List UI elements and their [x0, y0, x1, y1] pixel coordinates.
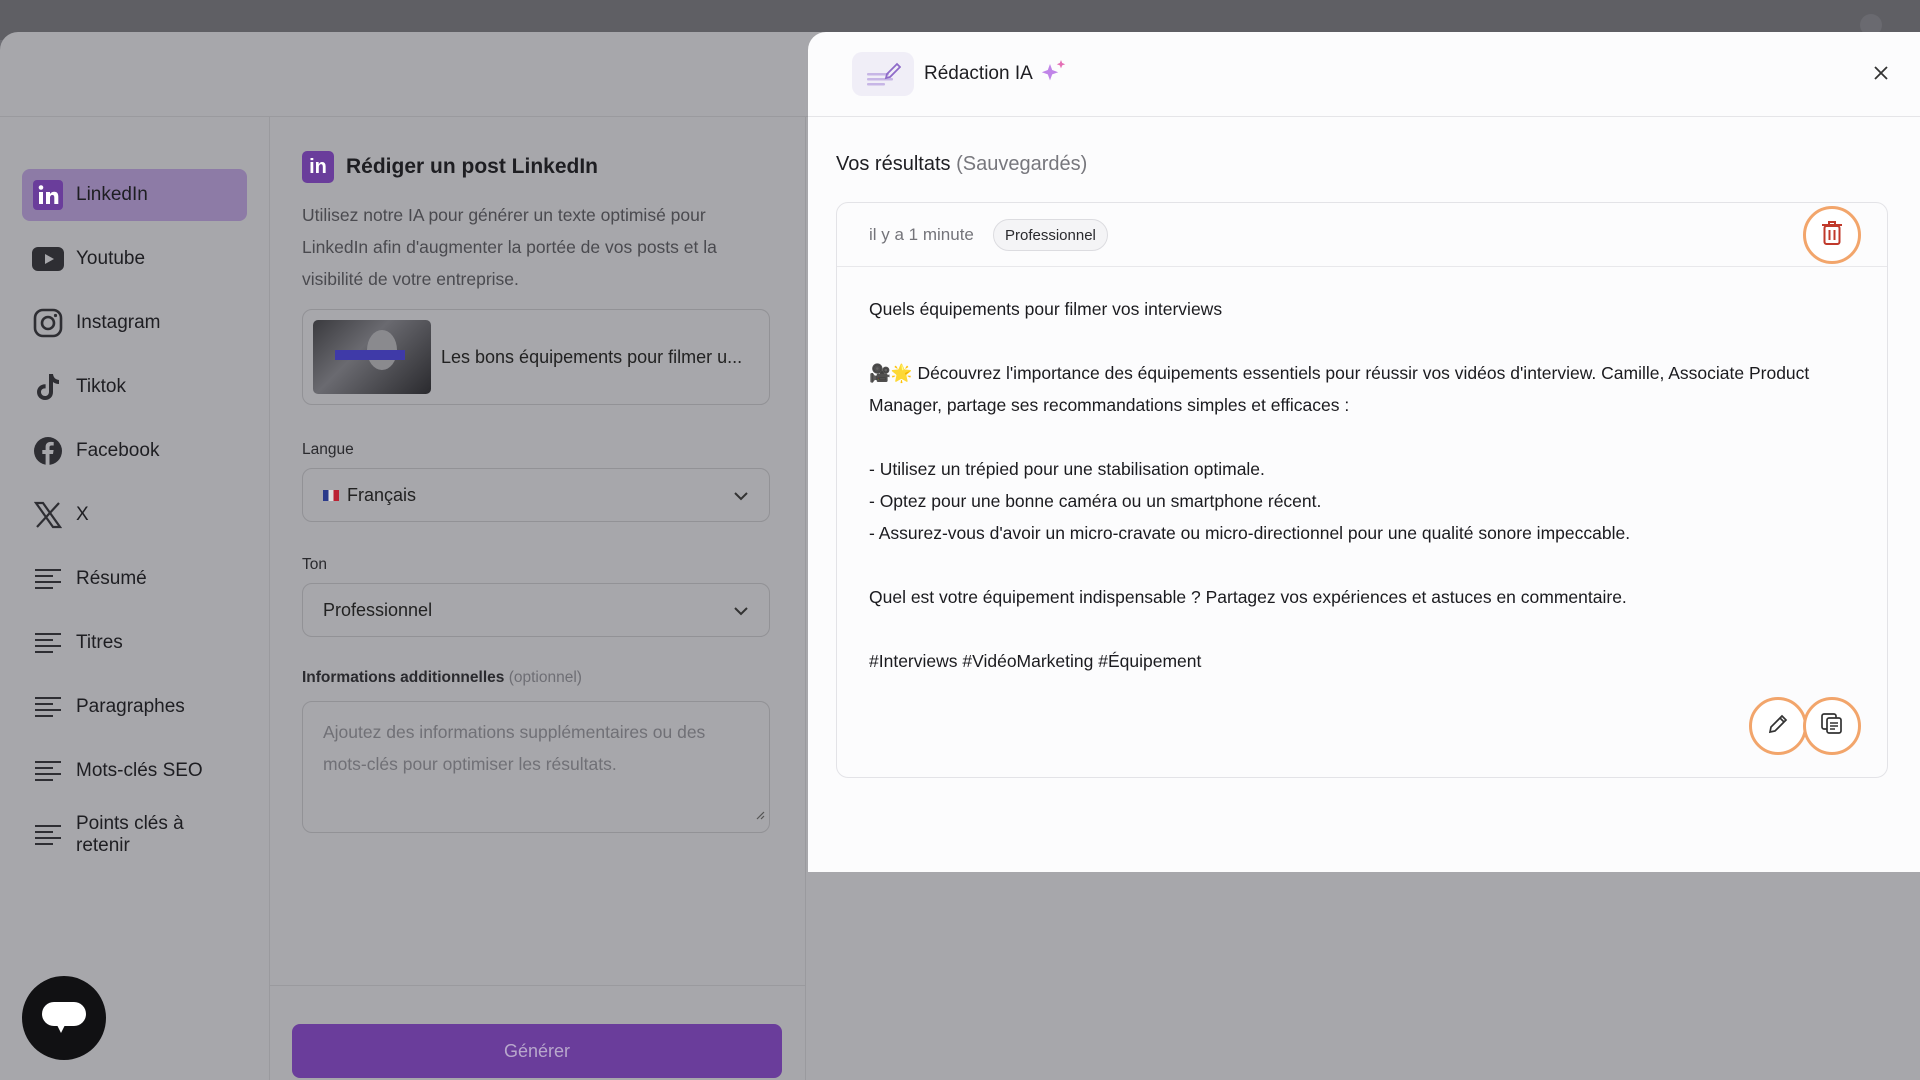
additional-info-textarea[interactable]: Ajoutez des informations supplémentaires… — [302, 701, 770, 833]
pencil-icon — [1767, 713, 1789, 740]
french-flag-icon — [323, 490, 339, 502]
video-title: Les bons équipements pour filmer u... — [441, 346, 743, 367]
instagram-icon — [32, 307, 64, 339]
x-icon — [32, 499, 64, 531]
copy-button[interactable] — [1803, 697, 1861, 755]
result-card-header: il y a 1 minute Professionnel — [837, 203, 1887, 267]
result-line: Quel est votre équipement indispensable … — [869, 587, 1627, 607]
linkedin-icon: in — [302, 151, 334, 183]
tone-tag: Professionnel — [993, 219, 1108, 251]
results-heading: Vos résultats (Sauvegardés) — [836, 153, 1087, 176]
youtube-icon — [32, 243, 64, 275]
sidebar-item-x[interactable]: X — [22, 489, 247, 541]
lines-icon — [32, 755, 64, 787]
modal-header — [0, 32, 808, 117]
result-line: #Interviews #VidéoMarketing #Équipement — [869, 651, 1202, 671]
selected-video-card[interactable]: Les bons équipements pour filmer u... — [302, 309, 770, 405]
form-title: in Rédiger un post LinkedIn — [302, 151, 773, 183]
sidebar-item-label: Paragraphes — [76, 696, 185, 717]
result-line: 🎥🌟 Découvrez l'importance des équipement… — [869, 363, 1810, 415]
language-label: Langue — [302, 441, 354, 458]
sidebar-item-tiktok[interactable]: Tiktok — [22, 361, 247, 413]
result-timestamp: il y a 1 minute — [869, 225, 974, 244]
video-thumbnail — [313, 320, 431, 394]
sparkle-icon — [1040, 58, 1068, 91]
result-line — [869, 549, 1855, 581]
tone-label: Ton — [302, 556, 327, 573]
chat-widget-button[interactable] — [22, 976, 106, 1060]
sidebar-item-label: Facebook — [76, 440, 160, 461]
results-panel: Rédaction IA Vos résultats (Sauvegardés)… — [808, 32, 1920, 872]
sidebar-item-label: Youtube — [76, 248, 146, 269]
result-card: il y a 1 minute Professionnel Quels équi… — [836, 202, 1888, 778]
result-line: - Optez pour une bonne caméra ou un smar… — [869, 491, 1322, 511]
sidebar-item-youtube[interactable]: Youtube — [22, 233, 247, 285]
result-text: Quels équipements pour filmer vos interv… — [837, 267, 1887, 677]
result-line — [869, 613, 1855, 645]
tone-value: Professionnel — [323, 599, 433, 620]
sidebar-item-resume[interactable]: Résumé — [22, 553, 247, 605]
lines-icon — [32, 627, 64, 659]
optional-hint: (optionnel) — [508, 669, 582, 686]
sidebar-item-label: Instagram — [76, 312, 161, 333]
close-button[interactable] — [1868, 62, 1894, 88]
sidebar-item-label: Résumé — [76, 568, 147, 589]
post-form: in Rédiger un post LinkedIn Utilisez not… — [270, 117, 806, 1080]
result-line: Quels équipements pour filmer vos interv… — [869, 299, 1223, 319]
sidebar-item-label: Mots-clés SEO — [76, 760, 203, 781]
facebook-icon — [32, 435, 64, 467]
language-value: Français — [347, 484, 417, 505]
generate-button[interactable]: Générer — [292, 1024, 782, 1078]
textarea-placeholder: Ajoutez des informations supplémentaires… — [323, 722, 706, 774]
trash-icon — [1821, 220, 1843, 251]
sidebar-item-facebook[interactable]: Facebook — [22, 425, 247, 477]
resize-handle-icon[interactable] — [753, 798, 765, 830]
chat-icon — [41, 998, 87, 1039]
lines-icon — [32, 691, 64, 723]
linkedin-icon — [32, 179, 64, 211]
sidebar-item-label: LinkedIn — [76, 184, 148, 205]
form-footer: Générer — [270, 985, 806, 1080]
edit-button[interactable] — [1749, 697, 1807, 755]
sidebar-item-paragraphes[interactable]: Paragraphes — [22, 681, 247, 733]
writing-icon — [852, 52, 914, 96]
sidebar-item-linkedin[interactable]: LinkedIn — [22, 169, 247, 221]
results-saved-text: (Sauvegardés) — [956, 153, 1088, 175]
sidebar-item-label: X — [76, 504, 89, 525]
sidebar: LinkedIn Youtube Instagram Tiktok Facebo… — [0, 117, 270, 1080]
language-select[interactable]: Français — [302, 468, 770, 522]
chevron-down-icon — [733, 485, 749, 506]
result-line: - Assurez-vous d'avoir un micro-cravate … — [869, 523, 1631, 543]
sidebar-item-label: Tiktok — [76, 376, 126, 397]
results-heading-text: Vos résultats — [836, 153, 951, 175]
close-icon — [1873, 65, 1889, 86]
sidebar-item-mots-cles-seo[interactable]: Mots-clés SEO — [22, 745, 247, 797]
tone-select[interactable]: Professionnel — [302, 583, 770, 637]
additional-info-label: Informations additionnelles (optionnel) — [302, 669, 773, 687]
sidebar-item-instagram[interactable]: Instagram — [22, 297, 247, 349]
sidebar-item-label: Points clés à retenir — [76, 813, 184, 856]
form-description: Utilisez notre IA pour générer un texte … — [302, 205, 717, 289]
lines-icon — [32, 563, 64, 595]
result-line: - Utilisez un trépied pour une stabilisa… — [869, 459, 1265, 479]
result-line — [869, 421, 1855, 453]
chevron-down-icon — [733, 600, 749, 621]
lines-icon — [32, 819, 64, 851]
form-title-text: Rédiger un post LinkedIn — [346, 155, 599, 178]
additional-info-label-text: Informations additionnelles — [302, 669, 505, 686]
sidebar-item-points-cles[interactable]: Points clés à retenir — [22, 809, 247, 861]
panel-header: Rédaction IA — [808, 32, 1920, 117]
copy-icon — [1820, 712, 1844, 741]
tiktok-icon — [32, 371, 64, 403]
sidebar-item-titres[interactable]: Titres — [22, 617, 247, 669]
panel-title: Rédaction IA — [924, 63, 1033, 84]
sidebar-item-label: Titres — [76, 632, 123, 653]
result-line — [869, 325, 1855, 357]
delete-button[interactable] — [1803, 206, 1861, 264]
language-value-wrap: Français — [323, 485, 416, 506]
